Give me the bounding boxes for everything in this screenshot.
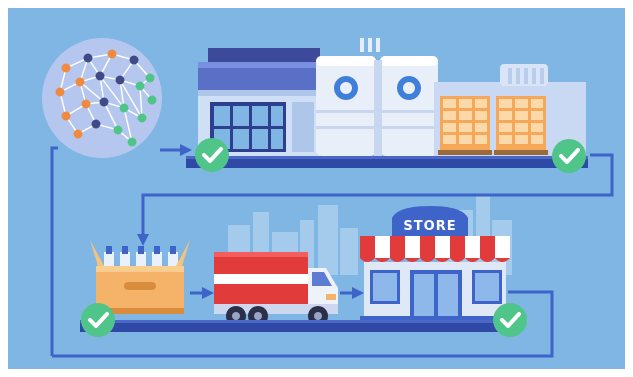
check-badge-warehouse bbox=[552, 139, 586, 173]
check-badge-retail bbox=[493, 303, 527, 337]
check-badge-factory bbox=[195, 138, 229, 172]
check-badge-packaging bbox=[81, 303, 115, 337]
supply-chain-illustration: STORE bbox=[0, 0, 633, 377]
neural-network-brain-icon bbox=[42, 38, 162, 158]
store-sign-text: STORE bbox=[403, 219, 456, 234]
illustration-canvas: STORE bbox=[0, 0, 633, 377]
factory-icon bbox=[198, 38, 438, 158]
